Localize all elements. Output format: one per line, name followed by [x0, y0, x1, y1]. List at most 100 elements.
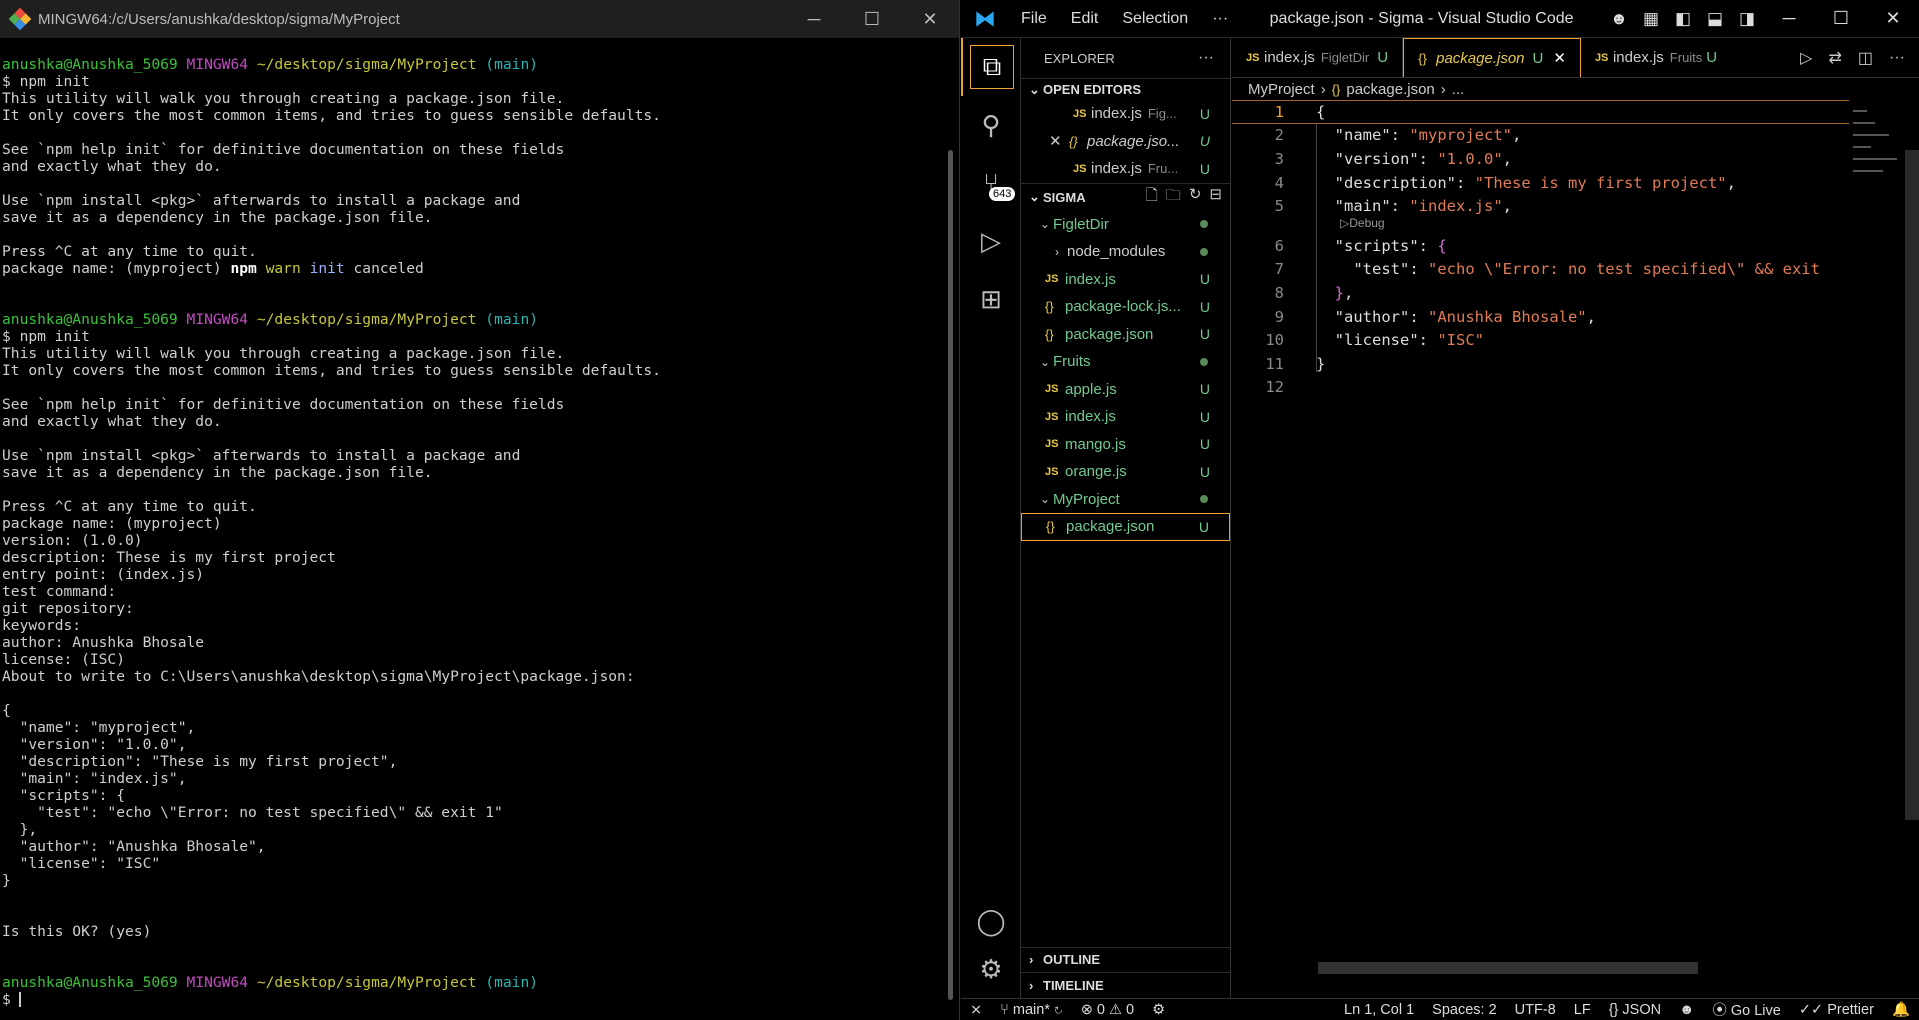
tab-close-icon[interactable]: ✕ — [1553, 49, 1566, 67]
explorer-header: EXPLORER ··· — [1021, 38, 1230, 78]
compare-changes-icon[interactable]: ⇄ — [1828, 48, 1841, 68]
minimize-button[interactable]: ─ — [785, 9, 843, 30]
tab-index-js-fruits[interactable]: JS index.js Fruits U — [1581, 38, 1731, 77]
indentation[interactable]: Spaces: 2 — [1423, 1002, 1506, 1018]
terminal-line: This utility will walk you through creat… — [2, 90, 565, 107]
js-file-icon: JS — [1045, 383, 1059, 396]
vscode-maximize-button[interactable]: ☐ — [1815, 8, 1867, 29]
close-editor-icon[interactable]: ✕ — [1049, 132, 1069, 150]
file-item[interactable]: JS apple.js U — [1021, 376, 1230, 404]
codelens-debug[interactable]: ▷Debug — [1232, 216, 1849, 230]
copilot-status-icon[interactable]: ☻ — [1670, 1002, 1703, 1018]
terminal-line: license: (ISC) — [2, 651, 126, 668]
minimap[interactable] — [1849, 100, 1905, 300]
new-folder-icon[interactable]: 🗀 — [1166, 185, 1181, 210]
run-icon[interactable]: ▷ — [1800, 48, 1812, 68]
maximize-button[interactable]: ☐ — [843, 9, 901, 30]
vscode-minimize-button[interactable]: ─ — [1763, 8, 1815, 29]
close-button[interactable]: ✕ — [901, 9, 959, 30]
menu-file[interactable]: File — [1009, 10, 1059, 28]
terminal-line: "test": "echo \"Error: no test specified… — [2, 804, 503, 821]
remote-icon[interactable]: ⨯ — [961, 1002, 991, 1018]
branch-indicator[interactable]: ⑂ main* ↻ — [991, 1002, 1072, 1018]
problems-indicator[interactable]: ⊗ 0 ⚠ 0 — [1072, 1002, 1143, 1018]
prettier-label: Prettier — [1827, 1001, 1874, 1018]
open-editors-section[interactable]: ⌄ OPEN EDITORS — [1021, 78, 1230, 100]
open-editor-item-active[interactable]: ✕ {} package.jso... U — [1021, 128, 1230, 156]
source-control-activity[interactable]: ⑂ 643 — [961, 154, 1021, 212]
more-actions-icon[interactable]: ··· — [1889, 49, 1905, 67]
terminal-line: See `npm help init` for definitive docum… — [2, 396, 565, 413]
tab-index-js-figletdir[interactable]: JS index.js FigletDir U — [1232, 38, 1404, 77]
toggle-sidebar-icon[interactable]: ◧ — [1667, 9, 1699, 29]
breadcrumb-file[interactable]: package.json — [1346, 81, 1434, 98]
code-editor[interactable]: 1{ 2 "name": "myproject", 3 "version": "… — [1232, 100, 1849, 976]
json-file-icon: {} — [1045, 326, 1054, 342]
vscode-close-button[interactable]: ✕ — [1867, 8, 1919, 29]
tab-package-json[interactable]: {} package.json U ✕ — [1403, 38, 1581, 77]
breadcrumb-symbol[interactable]: ... — [1452, 81, 1465, 98]
breadcrumb-folder[interactable]: MyProject — [1248, 81, 1315, 98]
file-item[interactable]: JS index.js U — [1021, 403, 1230, 431]
untracked-dot — [1200, 247, 1208, 256]
code-text: "author": "Anushka Bhosale", — [1334, 307, 1596, 326]
extensions-activity[interactable]: ⊞ — [961, 270, 1021, 328]
outline-section[interactable]: › OUTLINE — [1021, 947, 1230, 971]
git-status: U — [1199, 271, 1210, 288]
open-editor-item[interactable]: JS index.js Fig... U — [1021, 100, 1230, 128]
timeline-section[interactable]: › TIMELINE — [1021, 972, 1230, 998]
go-live-button[interactable]: ⦿ Go Live — [1703, 999, 1790, 1020]
debug-icon[interactable]: ⚙ — [1143, 1002, 1174, 1018]
toggle-secondary-sidebar-icon[interactable]: ◨ — [1731, 9, 1763, 29]
file-item[interactable]: {} package.json U — [1021, 321, 1230, 349]
code-line: 12 — [1232, 376, 1849, 400]
end-of-line[interactable]: LF — [1565, 1002, 1600, 1018]
js-file-icon: JS — [1073, 162, 1087, 175]
workspace-section[interactable]: ⌄ SIGMA 🗋 🗀 ↻ ⊟ — [1021, 182, 1230, 211]
file-item[interactable]: {} package-lock.js... U — [1021, 293, 1230, 321]
prettier-status[interactable]: ✓✓ Prettier — [1790, 1002, 1883, 1018]
chevron-down-icon: ⌄ — [1029, 81, 1040, 97]
folder-figletdir[interactable]: ⌄ FigletDir — [1021, 211, 1230, 239]
warning-count: 0 — [1126, 1001, 1135, 1018]
cursor-position[interactable]: Ln 1, Col 1 — [1335, 1002, 1423, 1018]
run-debug-activity[interactable]: ▷ — [961, 212, 1021, 270]
file-item[interactable]: JS index.js U — [1021, 266, 1230, 294]
editor-vertical-scrollbar[interactable] — [1905, 150, 1919, 820]
folder-node-modules[interactable]: › node_modules — [1021, 238, 1230, 266]
command-line: $ npm init — [2, 73, 90, 90]
explorer-more-button[interactable]: ··· — [1198, 49, 1214, 67]
code-line: 9 "author": "Anushka Bhosale", — [1232, 305, 1849, 329]
explorer-title: EXPLORER — [1044, 50, 1115, 66]
explorer-activity[interactable]: ⧉ — [961, 38, 1021, 96]
file-item[interactable]: {} package.json U — [1021, 513, 1230, 541]
terminal-output[interactable]: anushka@Anushka_5069 MINGW64 ~/desktop/s… — [2, 56, 939, 1020]
code-text: "license": "ISC" — [1334, 331, 1485, 350]
file-label: index.js — [1065, 408, 1116, 426]
menu-selection[interactable]: Selection — [1110, 10, 1200, 28]
line-number: 2 — [1274, 126, 1284, 145]
new-file-icon[interactable]: 🗋 — [1146, 185, 1158, 210]
toggle-panel-icon[interactable]: ⬓ — [1699, 9, 1731, 29]
terminal-scrollbar[interactable] — [948, 150, 953, 1000]
open-editor-item[interactable]: JS index.js Fru... U — [1021, 155, 1230, 183]
collapse-all-icon[interactable]: ⊟ — [1209, 185, 1222, 210]
menu-more[interactable]: ··· — [1200, 10, 1240, 28]
file-item[interactable]: JS mango.js U — [1021, 431, 1230, 459]
manage-activity[interactable]: ⚙ — [961, 940, 1021, 998]
refresh-icon[interactable]: ↻ — [1189, 185, 1202, 210]
search-activity[interactable]: ⚲ — [961, 96, 1021, 154]
split-editor-icon[interactable]: ◫ — [1858, 48, 1873, 68]
language-mode[interactable]: {} JSON — [1600, 1002, 1670, 1018]
folder-myproject[interactable]: ⌄ MyProject — [1021, 486, 1230, 514]
notifications-bell-icon[interactable]: 🔔 — [1883, 1001, 1919, 1018]
folder-fruits[interactable]: ⌄ Fruits — [1021, 348, 1230, 376]
layout-customize-icon[interactable]: ▦ — [1635, 9, 1667, 29]
copilot-icon[interactable]: ☻ — [1603, 9, 1635, 29]
menu-edit[interactable]: Edit — [1059, 10, 1111, 28]
encoding[interactable]: UTF-8 — [1506, 1002, 1565, 1018]
terminal-titlebar: MINGW64:/c/Users/anushka/desktop/sigma/M… — [0, 0, 959, 38]
file-item[interactable]: JS orange.js U — [1021, 458, 1230, 486]
editor-horizontal-scrollbar[interactable] — [1318, 962, 1698, 974]
terminal-line: "version": "1.0.0", — [2, 736, 187, 753]
